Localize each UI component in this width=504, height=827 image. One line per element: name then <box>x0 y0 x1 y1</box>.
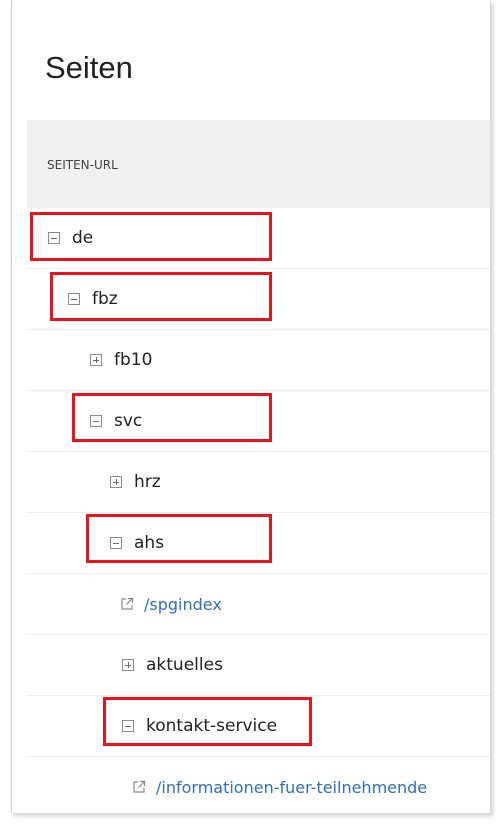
column-header-seiten-url[interactable]: SEITEN-URL <box>47 158 118 172</box>
tree-row-fb10[interactable]: fb10 <box>27 330 490 391</box>
page-title: Seiten <box>45 50 133 85</box>
tree-node-label[interactable]: svc <box>114 411 142 431</box>
collapse-toggle-icon[interactable] <box>122 720 134 732</box>
tree-node-label[interactable]: aktuelles <box>146 655 223 675</box>
page-link[interactable]: /spgindex <box>144 595 222 614</box>
tree-row-aktuelles[interactable]: aktuelles <box>27 635 490 696</box>
tree-row-fbz[interactable]: fbz <box>27 269 490 330</box>
external-link-icon <box>121 597 134 610</box>
expand-toggle-icon[interactable] <box>110 476 122 488</box>
tree-node-label[interactable]: kontakt-service <box>146 716 277 736</box>
collapse-toggle-icon[interactable] <box>48 232 60 244</box>
tree-node-label[interactable]: ahs <box>134 533 164 553</box>
tree-node-label[interactable]: fbz <box>92 289 118 309</box>
tree-row-de[interactable]: de <box>27 208 490 269</box>
tree-row-kontakt-service[interactable]: kontakt-service <box>27 696 490 757</box>
collapse-toggle-icon[interactable] <box>68 293 80 305</box>
tree-node-label[interactable]: de <box>72 228 93 248</box>
tree-row-spgindex[interactable]: /spgindex <box>27 574 490 635</box>
tree-node-label[interactable]: fb10 <box>114 350 152 370</box>
tree-row-hrz[interactable]: hrz <box>27 452 490 513</box>
expand-toggle-icon[interactable] <box>90 354 102 366</box>
tree-row-ahs[interactable]: ahs <box>27 513 490 574</box>
collapse-toggle-icon[interactable] <box>90 415 102 427</box>
tree-node-label[interactable]: hrz <box>134 472 161 492</box>
tree-row-svc[interactable]: svc <box>27 391 490 452</box>
tree-row-informationen-fuer-teilnehmende[interactable]: /informationen-fuer-teilnehmende <box>27 757 490 818</box>
page-link[interactable]: /informationen-fuer-teilnehmende <box>156 778 427 797</box>
table-header: SEITEN-URL <box>27 120 490 208</box>
external-link-icon <box>133 780 146 793</box>
collapse-toggle-icon[interactable] <box>110 537 122 549</box>
expand-toggle-icon[interactable] <box>122 659 134 671</box>
